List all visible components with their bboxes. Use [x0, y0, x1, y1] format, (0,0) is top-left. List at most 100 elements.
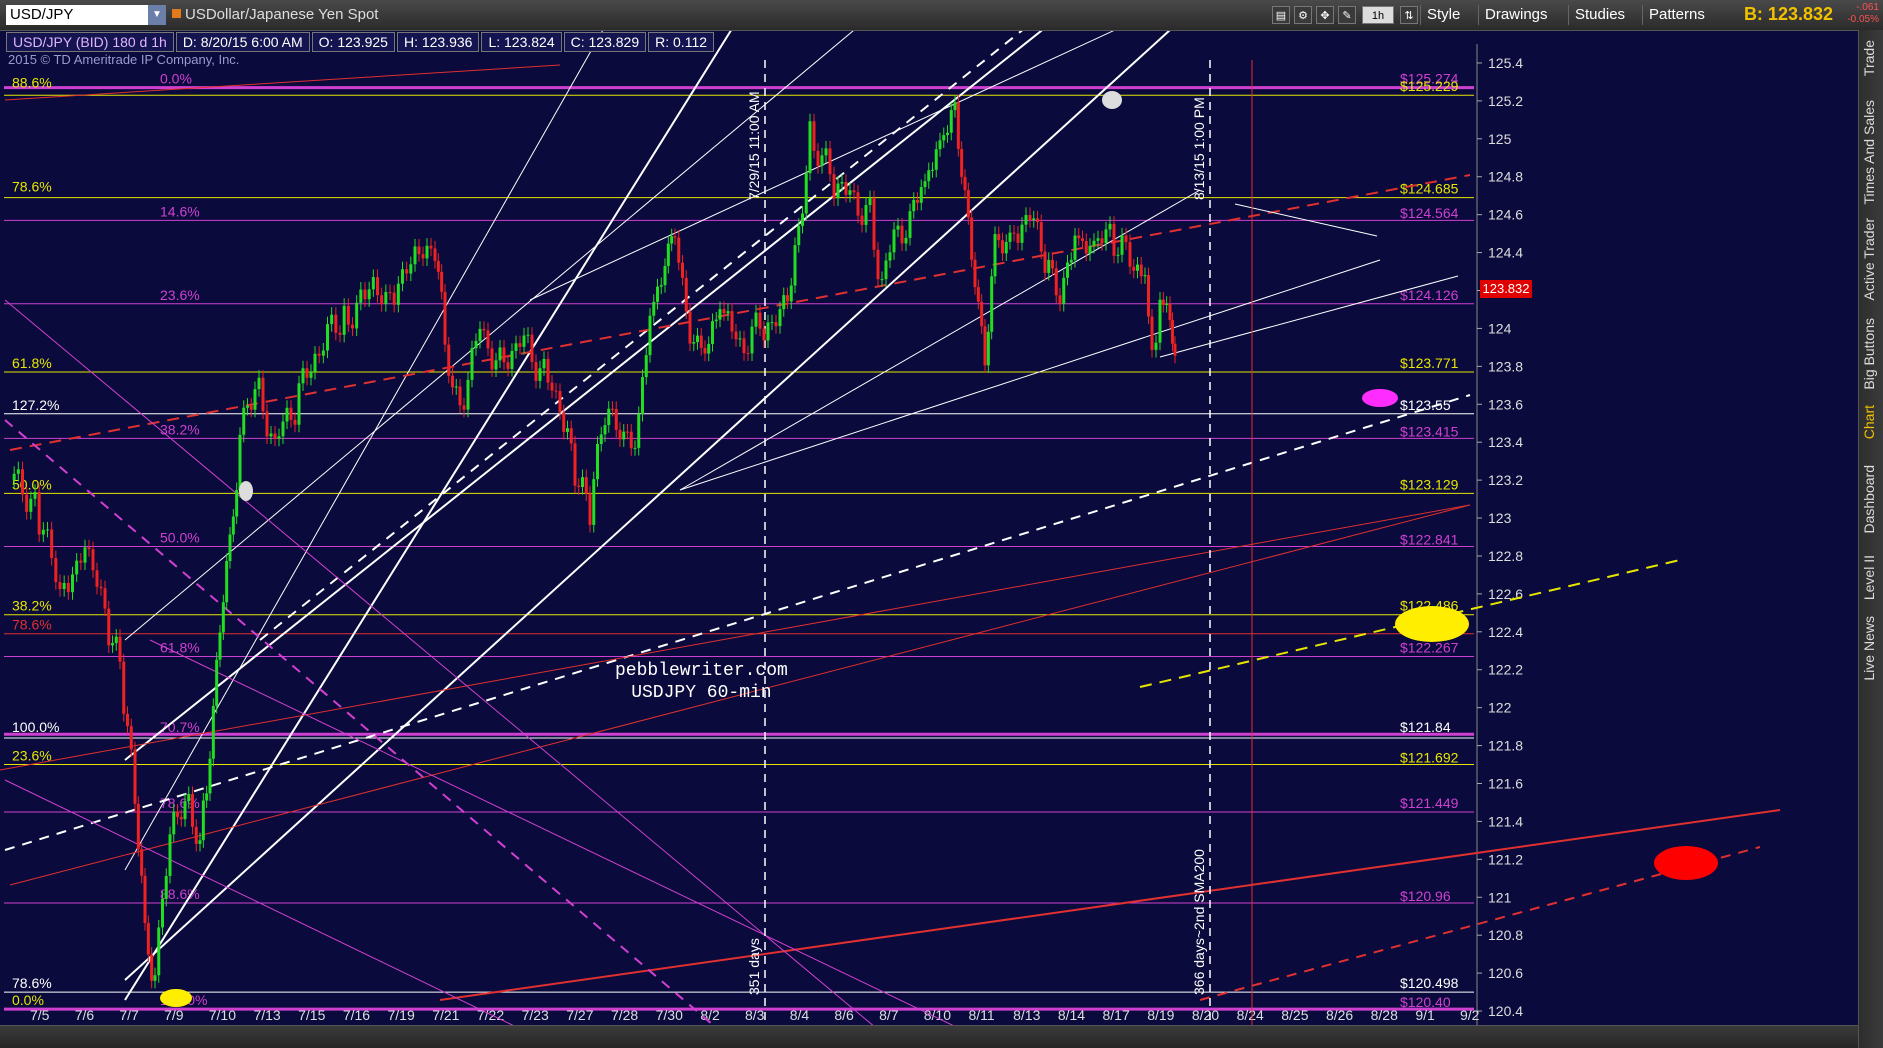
x-tick-label: 7/13	[253, 1007, 280, 1023]
candle-body	[629, 431, 633, 449]
candle-body	[844, 182, 848, 195]
candle-body	[50, 529, 54, 559]
candle-body	[179, 816, 183, 820]
candle-body	[848, 190, 852, 195]
tab-dashboard[interactable]: Dashboard	[1861, 465, 1877, 534]
watermark-site: pebblewriter.com	[615, 661, 788, 681]
candle-body	[670, 236, 674, 244]
candle-body	[990, 276, 994, 332]
candle-body	[801, 213, 804, 226]
candle-body	[107, 608, 111, 646]
candle-body	[58, 582, 62, 590]
chart-type-icon[interactable]: ▤	[1272, 6, 1290, 24]
bottom-scroll-bar[interactable]	[0, 1025, 1858, 1048]
candle-body	[75, 560, 79, 575]
tab-times-and-sales[interactable]: Times And Sales	[1861, 100, 1877, 205]
candle-body	[607, 408, 611, 426]
interval-button[interactable]: 1h	[1362, 6, 1394, 24]
tab-big-buttons[interactable]: Big Buttons	[1861, 318, 1877, 390]
candle-body	[1112, 223, 1116, 256]
candle-body	[482, 328, 486, 331]
target-marker-yellow-low	[160, 989, 192, 1007]
candle-body	[942, 135, 946, 141]
y-tick-label: 121.8	[1488, 738, 1523, 754]
candle-body	[980, 301, 984, 327]
y-tick-label: 122.8	[1488, 548, 1523, 564]
fib-label-left: 0.0%	[12, 992, 44, 1008]
candle-body	[454, 386, 458, 388]
tab-level-ii[interactable]: Level II	[1861, 555, 1877, 600]
x-tick-label: 8/17	[1103, 1007, 1130, 1023]
candle-body	[696, 335, 699, 343]
candle-body	[663, 265, 667, 286]
drawings-menu[interactable]: Drawings	[1478, 5, 1554, 25]
open-info: O: 123.925	[311, 32, 395, 52]
candle-body	[659, 285, 663, 287]
chevron-down-icon[interactable]: ▼	[148, 5, 166, 25]
tab-live-news[interactable]: Live News	[1861, 616, 1877, 681]
tab-active-trader[interactable]: Active Trader	[1861, 218, 1877, 300]
candle-body	[376, 277, 379, 296]
tab-trade[interactable]: Trade	[1861, 40, 1877, 76]
candle-body	[919, 187, 923, 203]
candle-body	[1054, 268, 1058, 296]
candle-body	[966, 190, 970, 218]
x-tick-label: 7/27	[566, 1007, 593, 1023]
tab-chart[interactable]: Chart	[1861, 405, 1877, 439]
spot-icon	[172, 9, 181, 18]
fib-label-left: 100.0%	[12, 719, 59, 735]
candle-body	[656, 286, 659, 302]
candle-body	[1168, 303, 1172, 321]
candle-body	[550, 382, 554, 391]
candle-body	[440, 271, 444, 292]
candle-body	[1028, 215, 1032, 221]
settings-icon[interactable]: ⚙	[1294, 6, 1312, 24]
candle-body	[820, 155, 824, 167]
candle-body	[778, 309, 782, 327]
style-menu[interactable]: Style	[1420, 5, 1466, 25]
pencil-icon[interactable]: ✎	[1338, 6, 1356, 24]
compare-icon[interactable]: ⇅	[1400, 6, 1418, 24]
candle-body	[261, 377, 265, 412]
x-tick-label: 8/24	[1237, 1007, 1264, 1023]
candle-body	[417, 246, 421, 255]
x-tick-label: 7/23	[522, 1007, 549, 1023]
candle-body	[1143, 275, 1147, 277]
candle-body	[938, 140, 942, 150]
candle-body	[486, 330, 490, 349]
symbol-selector[interactable]: USD/JPY ▼	[6, 5, 166, 25]
candle-body	[257, 377, 261, 390]
x-tick-label: 7/21	[432, 1007, 459, 1023]
candle-body	[888, 252, 892, 261]
candle-body	[281, 421, 285, 437]
candle-body	[140, 849, 144, 876]
candle-body	[986, 331, 990, 366]
candle-body	[421, 254, 425, 259]
candle-body	[812, 121, 816, 151]
candle-body	[1108, 223, 1112, 230]
patterns-menu[interactable]: Patterns	[1642, 5, 1711, 25]
candle-body	[1001, 240, 1004, 254]
candle-body	[927, 170, 931, 182]
y-tick-label: 122.2	[1488, 662, 1523, 678]
candle-body	[840, 182, 844, 184]
candle-body	[518, 343, 522, 347]
candle-body	[934, 149, 938, 170]
candle-body	[129, 726, 133, 750]
x-tick-label: 8/6	[834, 1007, 854, 1023]
candle-body	[285, 407, 289, 422]
fib-label-left: 78.6%	[12, 617, 52, 633]
crosshair-icon[interactable]: ✥	[1316, 6, 1334, 24]
fib-label-left: 23.6%	[12, 748, 52, 764]
candle-body	[425, 245, 429, 259]
candle-body	[46, 529, 49, 531]
x-tick-label: 7/28	[611, 1007, 638, 1023]
price-chart[interactable]: 120.4 120.6 120.8 121 121.2 121.4 121.6 121.8 12…	[0, 0, 1883, 1048]
candle-body	[62, 583, 66, 590]
x-tick-label: 7/9	[164, 1007, 184, 1023]
candle-body	[205, 793, 209, 801]
studies-menu[interactable]: Studies	[1568, 5, 1631, 25]
candle-body	[367, 289, 371, 300]
y-tick-label: 125	[1488, 131, 1512, 147]
candle-body	[750, 326, 754, 354]
